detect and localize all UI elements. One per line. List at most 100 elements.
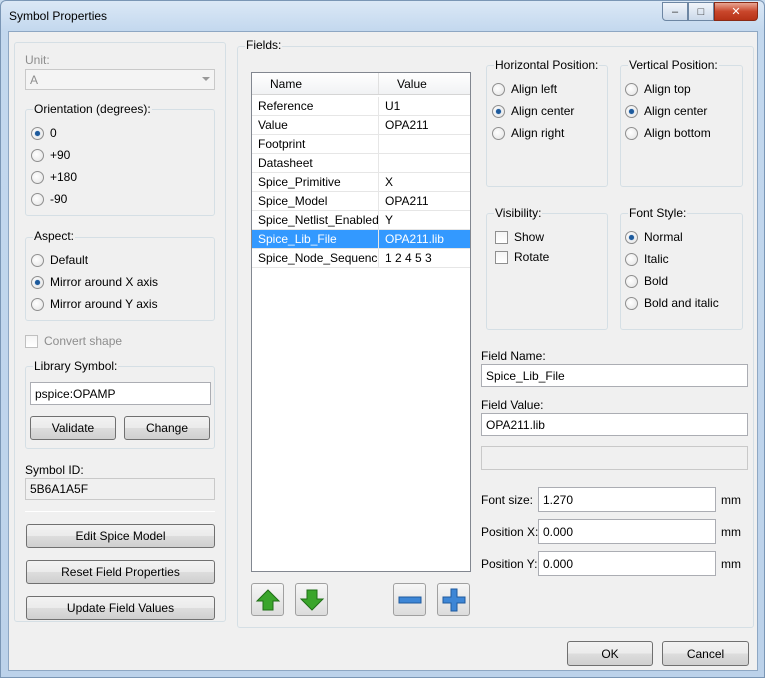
field-name-cell[interactable]: Reference [252, 97, 379, 115]
field-name-cell[interactable]: Value [252, 116, 379, 134]
add-field-button[interactable] [437, 583, 470, 616]
font-style-label: Normal [644, 230, 683, 244]
field-extra-input [481, 446, 748, 470]
aspect-option-mirror-x[interactable]: Mirror around X axis [31, 275, 158, 289]
field-name-cell[interactable]: Spice_Netlist_Enabled [252, 211, 379, 229]
font-size-input[interactable]: 1.270 [538, 487, 716, 512]
update-field-values-button[interactable]: Update Field Values [26, 596, 215, 620]
orientation-option-180[interactable]: +180 [31, 170, 77, 184]
field-name-cell[interactable]: Spice_Primitive [252, 173, 379, 191]
font-style-bold[interactable]: Bold [625, 274, 668, 288]
field-name-cell[interactable]: Datasheet [252, 154, 379, 172]
symbol-id-value: 5B6A1A5F [30, 482, 89, 496]
reset-field-properties-button[interactable]: Reset Field Properties [26, 560, 215, 584]
checkbox-icon [25, 334, 38, 348]
vpos-align-top[interactable]: Align top [625, 82, 691, 96]
validate-button[interactable]: Validate [30, 416, 116, 440]
library-symbol-value: pspice:OPAMP [35, 386, 116, 401]
vpos-option-label: Align center [644, 104, 708, 118]
field-value-cell[interactable]: 1 2 4 5 3 [379, 249, 470, 267]
checkbox-icon [495, 250, 508, 264]
table-row[interactable]: Spice_Netlist_Enabled Y [252, 211, 470, 230]
aspect-title: Aspect: [33, 229, 76, 243]
table-row[interactable]: Footprint [252, 135, 470, 154]
table-row[interactable]: Datasheet [252, 154, 470, 173]
field-name-cell[interactable]: Spice_Model [252, 192, 379, 210]
orientation-option-minus90[interactable]: -90 [31, 192, 67, 206]
position-x-input[interactable]: 0.000 [538, 519, 716, 544]
table-row[interactable]: Spice_Lib_File OPA211.lib [252, 230, 470, 249]
font-style-normal[interactable]: Normal [625, 230, 683, 244]
field-name-cell[interactable]: Spice_Node_Sequence [252, 249, 379, 267]
vpos-align-center[interactable]: Align center [625, 104, 707, 118]
field-value-cell[interactable] [379, 135, 470, 153]
close-button[interactable]: ✕ [714, 2, 758, 21]
position-x-value: 0.000 [543, 524, 574, 539]
grid-header: Name Value [252, 73, 470, 95]
rotate-checkbox[interactable]: Rotate [495, 250, 549, 264]
field-value-cell[interactable]: OPA211 [379, 116, 470, 134]
field-name-cell[interactable]: Footprint [252, 135, 379, 153]
table-row[interactable]: Reference U1 [252, 97, 470, 116]
hpos-align-center[interactable]: Align center [492, 104, 574, 118]
field-value-cell[interactable]: X [379, 173, 470, 191]
field-value-cell[interactable]: U1 [379, 97, 470, 115]
table-row[interactable]: Value OPA211 [252, 116, 470, 135]
table-row[interactable]: Spice_Primitive X [252, 173, 470, 192]
visibility-title: Visibility: [494, 206, 543, 220]
column-header-value[interactable]: Value [379, 73, 470, 94]
orientation-option-90[interactable]: +90 [31, 148, 70, 162]
show-label: Show [514, 230, 545, 244]
radio-icon [625, 82, 638, 96]
edit-spice-model-button[interactable]: Edit Spice Model [26, 524, 215, 548]
title-bar[interactable]: Symbol Properties – □ ✕ [1, 1, 764, 31]
font-style-bold-italic[interactable]: Bold and italic [625, 296, 719, 310]
field-value-cell[interactable] [379, 154, 470, 172]
field-value-input[interactable]: OPA211.lib [481, 413, 748, 436]
show-checkbox[interactable]: Show [495, 230, 544, 244]
orientation-option-label: +90 [50, 148, 71, 162]
move-up-button[interactable] [251, 583, 284, 616]
cancel-button[interactable]: Cancel [662, 641, 749, 666]
radio-icon [492, 82, 505, 96]
table-row[interactable]: Spice_Node_Sequence 1 2 4 5 3 [252, 249, 470, 268]
maximize-button[interactable]: □ [688, 2, 714, 21]
unit-combo[interactable]: A [25, 69, 215, 90]
radio-selected-icon [625, 230, 638, 244]
convert-shape-checkbox[interactable]: Convert shape [25, 334, 122, 348]
plus-icon [442, 588, 465, 611]
hpos-align-left[interactable]: Align left [492, 82, 557, 96]
library-symbol-title: Library Symbol: [33, 359, 119, 373]
orientation-title: Orientation (degrees): [33, 102, 152, 116]
font-style-label: Bold [644, 274, 669, 288]
field-value-cell[interactable]: OPA211.lib [379, 230, 470, 248]
field-name-input[interactable]: Spice_Lib_File [481, 364, 748, 387]
field-name-cell[interactable]: Spice_Lib_File [252, 230, 379, 248]
orientation-option-label: 0 [50, 126, 57, 140]
vpos-align-bottom[interactable]: Align bottom [625, 126, 711, 140]
minus-icon [398, 596, 421, 603]
library-symbol-input[interactable]: pspice:OPAMP [30, 382, 211, 405]
field-value-cell[interactable]: OPA211 [379, 192, 470, 210]
delete-field-button[interactable] [393, 583, 426, 616]
change-button[interactable]: Change [124, 416, 210, 440]
position-y-input[interactable]: 0.000 [538, 551, 716, 576]
unit-label: Unit: [25, 53, 50, 67]
table-row[interactable]: Spice_Model OPA211 [252, 192, 470, 211]
minimize-button[interactable]: – [662, 2, 688, 21]
aspect-option-mirror-y[interactable]: Mirror around Y axis [31, 297, 158, 311]
column-header-name[interactable]: Name [252, 73, 379, 94]
field-value-cell[interactable]: Y [379, 211, 470, 229]
move-down-button[interactable] [295, 583, 328, 616]
font-style-italic[interactable]: Italic [625, 252, 669, 266]
orientation-option-0[interactable]: 0 [31, 126, 57, 140]
aspect-option-default[interactable]: Default [31, 253, 88, 267]
position-x-label: Position X: [481, 525, 539, 539]
fields-grid[interactable]: Name Value Reference U1 Value OPA211 Footpri… [251, 72, 471, 572]
hpos-align-right[interactable]: Align right [492, 126, 564, 140]
position-x-unit: mm [721, 525, 741, 539]
separator [25, 511, 215, 512]
ok-button[interactable]: OK [567, 641, 653, 666]
font-style-title: Font Style: [628, 206, 688, 220]
field-value-value: OPA211.lib [486, 417, 545, 432]
